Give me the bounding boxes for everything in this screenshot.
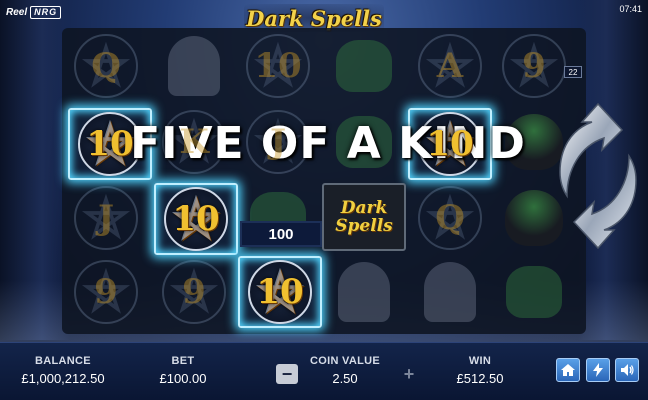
payline-number: 22	[564, 66, 582, 78]
symbol-9: ⛤ 9	[162, 260, 226, 324]
scatter-text-bottom: Spells	[335, 216, 393, 236]
reel-cell: ⛤ 9	[66, 256, 146, 328]
increase-coin-button[interactable]: +	[398, 364, 420, 384]
bottom-bar: BALANCE £1,000,212.50 BET £100.00 COIN V…	[0, 342, 648, 400]
symbol-10: ⛤ 10	[164, 187, 228, 251]
symbol-frog	[506, 266, 562, 318]
decrease-coin-button[interactable]: −	[276, 364, 298, 384]
reel-cell	[324, 30, 404, 102]
scatter-text-top: Dark	[340, 198, 388, 218]
reel-cell	[154, 30, 234, 102]
reel-cell: ⛤ 9	[494, 30, 574, 102]
coin-value-display: COIN VALUE 2.50	[300, 355, 390, 386]
reel-cell: ⛤ Q	[410, 182, 490, 254]
sound-button[interactable]	[615, 358, 639, 382]
clock: 07:41	[619, 4, 642, 14]
win-label: WIN	[468, 355, 492, 367]
speaker-icon	[621, 364, 634, 376]
reel-cell: ⛤ J	[66, 182, 146, 254]
brand-logo: Reel NRG	[6, 6, 62, 19]
game-scene: Reel NRG 07:41 Dark Spells ⛤ Q ⛤ 10 ⛤ A ⛤ 9 …	[0, 0, 648, 400]
symbol-10: ⛤ 10	[248, 260, 312, 324]
symbol-ghost	[168, 36, 220, 96]
symbol-ghost	[338, 262, 390, 322]
reel-cell	[494, 256, 574, 328]
symbol-frog	[336, 40, 392, 92]
brand-reel-text: Reel	[6, 7, 28, 18]
balance-display: BALANCE £1,000,212.50	[8, 355, 118, 386]
line-win-value: 100	[242, 223, 320, 245]
symbol-9: ⛤ 9	[502, 34, 566, 98]
symbol-q: ⛤ Q	[74, 34, 138, 98]
win-message: FIVE OF A KIND	[130, 118, 526, 169]
reel-cell	[410, 256, 490, 328]
spin-arrows-icon	[559, 102, 637, 250]
line-win-amount: 100	[240, 221, 322, 247]
brand-nrg-text: NRG	[30, 6, 62, 19]
reel-cell: ⛤ A	[410, 30, 490, 102]
winning-symbol-10: ⛤ 10	[238, 256, 322, 328]
scatter-symbol-dark-spells: Dark Spells	[322, 183, 406, 251]
home-icon	[561, 364, 575, 376]
win-display: WIN £512.50	[445, 355, 515, 386]
bet-label: BET	[171, 355, 195, 367]
home-button[interactable]	[556, 358, 580, 382]
lightning-icon	[593, 363, 603, 377]
reel-cell: ⛤ Q	[66, 30, 146, 102]
spin-button[interactable]	[552, 100, 644, 252]
symbol-j: ⛤ J	[74, 186, 138, 250]
symbol-ghost	[424, 262, 476, 322]
balance-label: BALANCE	[35, 355, 91, 367]
balance-value: £1,000,212.50	[21, 371, 105, 386]
symbol-q: ⛤ Q	[418, 186, 482, 250]
bet-display: BET £100.00	[150, 355, 216, 386]
symbol-9: ⛤ 9	[74, 260, 138, 324]
reel-cell	[324, 256, 404, 328]
coin-value-label: COIN VALUE	[309, 355, 381, 367]
winning-symbol-10: ⛤ 10	[154, 183, 238, 255]
symbol-a: ⛤ A	[418, 34, 482, 98]
reel-cell: ⛤ 9	[154, 256, 234, 328]
turbo-button[interactable]	[586, 358, 610, 382]
win-value: £512.50	[456, 371, 504, 386]
symbol-10: ⛤ 10	[246, 34, 310, 98]
reel-cell: ⛤ 10	[238, 30, 318, 102]
bet-value: £100.00	[159, 371, 207, 386]
coin-value: 2.50	[332, 371, 358, 386]
reels-area: ⛤ Q ⛤ 10 ⛤ A ⛤ 9 ⛤ K ⛤ J ⛤ J ⛤ Q ⛤ 9 ⛤ 9	[62, 28, 586, 334]
